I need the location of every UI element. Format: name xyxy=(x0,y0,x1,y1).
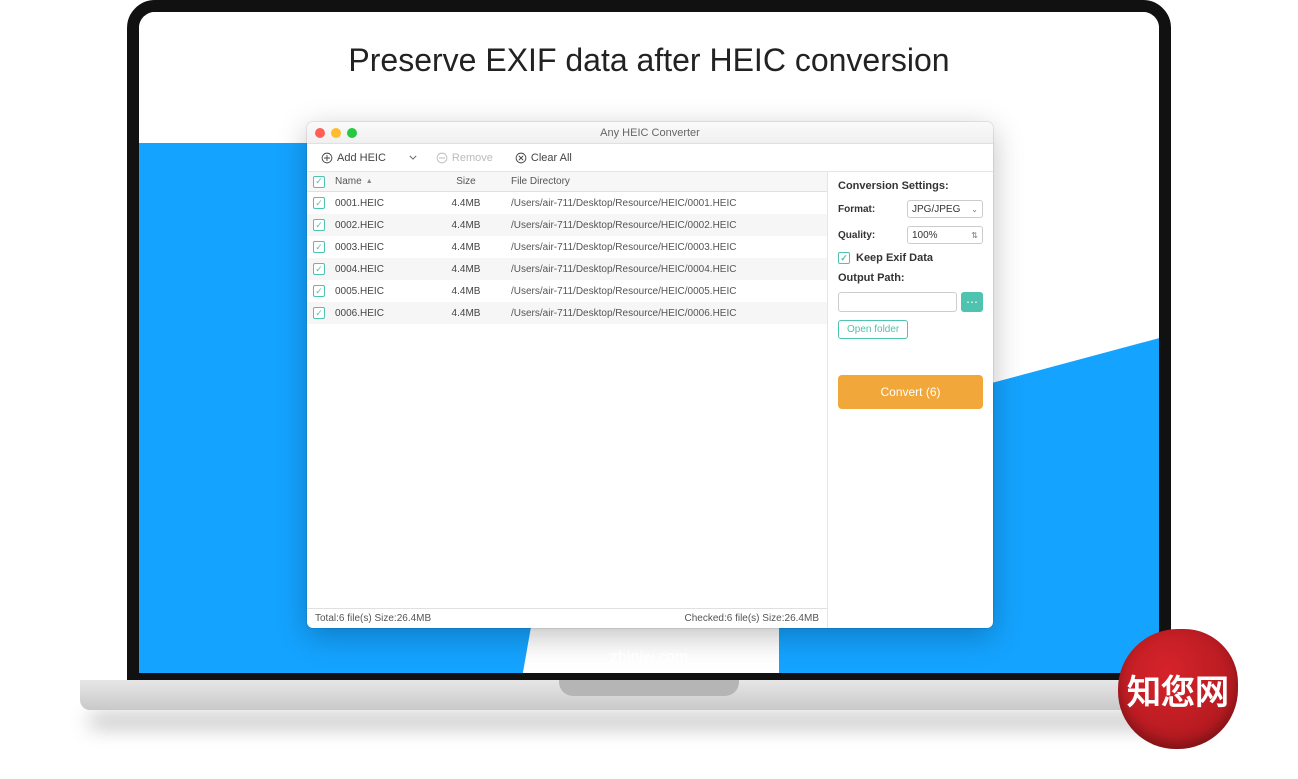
table-row[interactable]: ✓ 0003.HEIC4.4MB/Users/air-711/Desktop/Re… xyxy=(307,236,827,258)
settings-title: Conversion Settings: xyxy=(838,180,983,192)
table-header: ✓ Name ▲ Size File Directory xyxy=(307,172,827,192)
settings-panel: Conversion Settings: Format: JPG/JPEG ⌄ … xyxy=(828,172,993,628)
file-directory: /Users/air-711/Desktop/Resource/HEIC/000… xyxy=(501,264,827,275)
format-value: JPG/JPEG xyxy=(912,204,960,215)
file-size: 4.4MB xyxy=(431,264,501,275)
column-directory[interactable]: File Directory xyxy=(501,176,827,187)
table-row[interactable]: ✓ 0001.HEIC4.4MB/Users/air-711/Desktop/Re… xyxy=(307,192,827,214)
stepper-icon: ⇅ xyxy=(971,231,978,240)
row-checkbox[interactable]: ✓ xyxy=(313,241,325,253)
output-path-input[interactable] xyxy=(838,292,957,312)
file-name: 0005.HEIC xyxy=(331,286,431,297)
file-directory: /Users/air-711/Desktop/Resource/HEIC/000… xyxy=(501,198,827,209)
remove-button: Remove xyxy=(430,150,499,166)
laptop-screen: Preserve EXIF data after HEIC conversion… xyxy=(127,0,1171,685)
keep-exif-checkbox[interactable]: ✓ xyxy=(838,252,850,264)
file-panel: ✓ Name ▲ Size File Directory ✓0001.HEIC4… xyxy=(307,172,828,628)
remove-label: Remove xyxy=(452,152,493,164)
file-directory: /Users/air-711/Desktop/Resource/HEIC/000… xyxy=(501,308,827,319)
output-path-row: ⋯ xyxy=(838,292,983,312)
clear-all-label: Clear All xyxy=(531,152,572,164)
quality-label: Quality: xyxy=(838,230,875,241)
x-circle-icon xyxy=(515,152,527,164)
status-checked: Checked:6 file(s) Size:26.4MB xyxy=(684,613,819,624)
app-window: Any HEIC Converter Add HEIC Remo xyxy=(307,122,993,628)
format-select[interactable]: JPG/JPEG ⌄ xyxy=(907,200,983,218)
table-body: ✓0001.HEIC4.4MB/Users/air-711/Desktop/Re… xyxy=(307,192,827,608)
file-size: 4.4MB xyxy=(431,242,501,253)
quality-select[interactable]: 100% ⇅ xyxy=(907,226,983,244)
table-row[interactable]: ✓ 0006.HEIC4.4MB/Users/air-711/Desktop/Re… xyxy=(307,302,827,324)
status-bar: Total:6 file(s) Size:26.4MB Checked:6 fi… xyxy=(307,608,827,628)
plus-circle-icon xyxy=(321,152,333,164)
select-all-checkbox[interactable]: ✓ xyxy=(313,176,325,188)
file-name: 0006.HEIC xyxy=(331,308,431,319)
status-total: Total:6 file(s) Size:26.4MB xyxy=(315,613,431,624)
window-titlebar: Any HEIC Converter xyxy=(307,122,993,144)
minus-circle-icon xyxy=(436,152,448,164)
clear-all-button[interactable]: Clear All xyxy=(509,150,578,166)
laptop-notch xyxy=(559,680,739,696)
file-directory: /Users/air-711/Desktop/Resource/HEIC/000… xyxy=(501,242,827,253)
window-title: Any HEIC Converter xyxy=(307,127,993,139)
row-checkbox[interactable]: ✓ xyxy=(313,285,325,297)
keep-exif-row: ✓ Keep Exif Data xyxy=(838,252,983,264)
watermark-text: 知您网 xyxy=(1127,665,1229,714)
file-name: 0002.HEIC xyxy=(331,220,431,231)
browse-button[interactable]: ⋯ xyxy=(961,292,983,312)
format-label: Format: xyxy=(838,204,875,215)
file-size: 4.4MB xyxy=(431,220,501,231)
watermark-logo: 知您网 xyxy=(1118,629,1238,749)
keep-exif-label: Keep Exif Data xyxy=(856,252,933,264)
sort-caret-icon: ▲ xyxy=(366,178,373,185)
chevron-down-icon: ⌄ xyxy=(971,205,978,214)
file-directory: /Users/air-711/Desktop/Resource/HEIC/000… xyxy=(501,220,827,231)
file-name: 0001.HEIC xyxy=(331,198,431,209)
table-row[interactable]: ✓ 0002.HEIC4.4MB/Users/air-711/Desktop/Re… xyxy=(307,214,827,236)
convert-button[interactable]: Convert (6) xyxy=(838,375,983,409)
file-size: 4.4MB xyxy=(431,286,501,297)
row-checkbox[interactable]: ✓ xyxy=(313,263,325,275)
column-size[interactable]: Size xyxy=(431,176,501,187)
screen-background: Preserve EXIF data after HEIC conversion… xyxy=(139,12,1159,673)
file-name: 0004.HEIC xyxy=(331,264,431,275)
caption-text: zhiniw.com xyxy=(139,649,1159,667)
add-heic-button[interactable]: Add HEIC xyxy=(315,150,392,166)
quality-row: Quality: 100% ⇅ xyxy=(838,226,983,244)
file-size: 4.4MB xyxy=(431,308,501,319)
ellipsis-icon: ⋯ xyxy=(966,295,978,309)
page-headline: Preserve EXIF data after HEIC conversion xyxy=(139,42,1159,79)
row-checkbox[interactable]: ✓ xyxy=(313,307,325,319)
toolbar: Add HEIC Remove Clear All xyxy=(307,144,993,172)
file-directory: /Users/air-711/Desktop/Resource/HEIC/000… xyxy=(501,286,827,297)
table-row[interactable]: ✓ 0004.HEIC4.4MB/Users/air-711/Desktop/Re… xyxy=(307,258,827,280)
output-path-label: Output Path: xyxy=(838,272,983,284)
open-folder-button[interactable]: Open folder xyxy=(838,320,908,339)
content-split: ✓ Name ▲ Size File Directory ✓0001.HEIC4… xyxy=(307,172,993,628)
row-checkbox[interactable]: ✓ xyxy=(313,219,325,231)
column-name[interactable]: Name ▲ xyxy=(331,176,431,187)
table-row[interactable]: ✓ 0005.HEIC4.4MB/Users/air-711/Desktop/Re… xyxy=(307,280,827,302)
row-checkbox[interactable]: ✓ xyxy=(313,197,325,209)
add-heic-label: Add HEIC xyxy=(337,152,386,164)
quality-value: 100% xyxy=(912,230,938,241)
add-heic-dropdown[interactable] xyxy=(406,151,420,165)
file-name: 0003.HEIC xyxy=(331,242,431,253)
file-size: 4.4MB xyxy=(431,198,501,209)
format-row: Format: JPG/JPEG ⌄ xyxy=(838,200,983,218)
